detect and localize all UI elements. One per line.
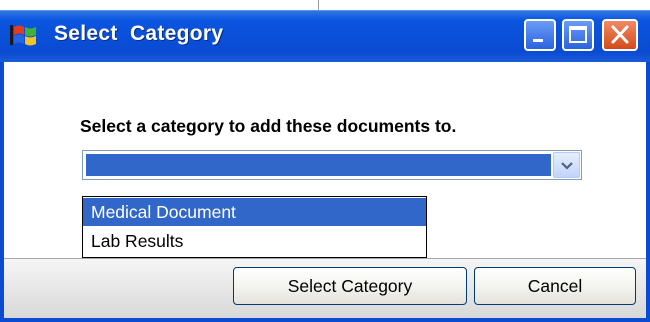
background-divider — [318, 0, 319, 10]
close-button[interactable] — [602, 19, 638, 51]
button-bar: Select Category Cancel — [0, 258, 650, 322]
category-select[interactable] — [82, 150, 582, 180]
category-dropdown-list: Medical Document Lab Results — [82, 196, 427, 258]
select-category-dialog: Select Category Select a category to add… — [0, 10, 650, 322]
category-select-value[interactable] — [86, 154, 551, 176]
windows-flag-icon — [10, 23, 38, 47]
dropdown-arrow-button[interactable] — [553, 152, 580, 178]
window-frame-bottom — [0, 318, 650, 322]
background-window-strip — [0, 0, 650, 10]
select-category-button[interactable]: Select Category — [233, 267, 467, 305]
dropdown-option-lab-results[interactable]: Lab Results — [83, 227, 426, 255]
minimize-icon — [533, 39, 543, 42]
window-frame-left — [0, 62, 4, 322]
dialog-title: Select Category — [54, 22, 224, 45]
title-bar[interactable]: Select Category — [0, 10, 650, 62]
chevron-down-icon — [561, 162, 573, 170]
dropdown-option-medical-document[interactable]: Medical Document — [83, 198, 426, 226]
maximize-button[interactable] — [562, 19, 594, 51]
close-icon — [611, 25, 629, 44]
window-frame-right — [646, 62, 650, 322]
instruction-label: Select a category to add these documents… — [80, 116, 457, 136]
maximize-icon — [569, 26, 587, 43]
cancel-button[interactable]: Cancel — [474, 267, 636, 305]
minimize-button[interactable] — [524, 19, 556, 51]
